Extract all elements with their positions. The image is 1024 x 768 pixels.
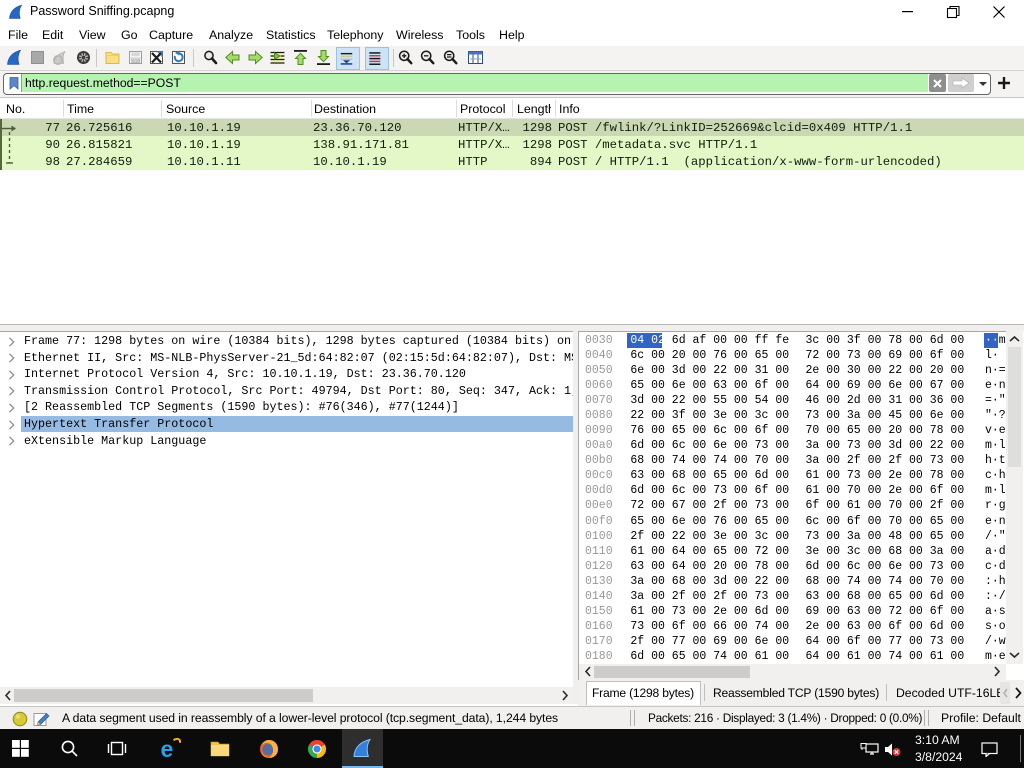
svg-text:e: e: [161, 737, 174, 761]
svg-text:010: 010: [132, 58, 140, 64]
